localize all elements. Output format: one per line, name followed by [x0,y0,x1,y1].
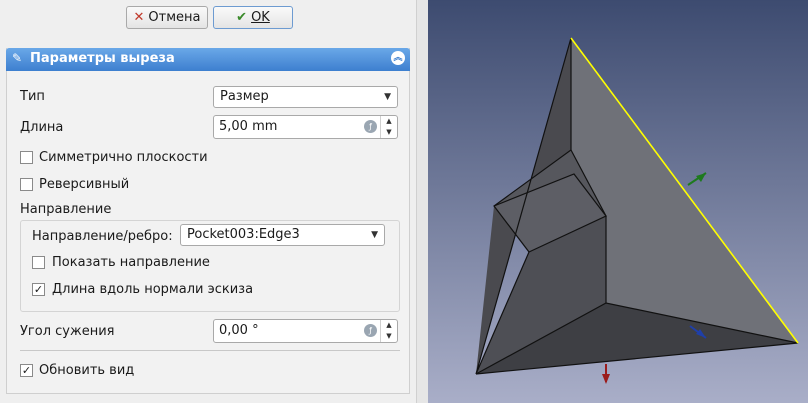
expression-icon[interactable]: ƒ [364,324,377,337]
panel-splitter[interactable] [416,0,428,403]
green-direction-arrow [687,172,707,186]
along-normal-checkbox[interactable]: ✓ [32,283,45,296]
taper-value: 0,00 ° [219,323,259,338]
update-view-checkbox[interactable]: ✓ [20,364,33,377]
length-value: 5,00 mm [219,119,278,134]
direction-edge-value: Pocket003:Edge3 [187,227,300,242]
taper-stepper[interactable]: ▲ ▼ [380,320,397,342]
3d-model[interactable] [428,0,808,403]
along-normal-label: Длина вдоль нормали эскиза [52,282,254,297]
red-direction-arrow [602,364,610,384]
chevron-up-icon[interactable]: ︽ [391,51,405,65]
dropdown-arrow-icon: ▼ [384,92,391,102]
taper-spinbox[interactable]: 0,00 ° ƒ ▲ ▼ [213,319,398,343]
pocket-icon: ✎ [12,51,23,65]
length-label: Длина [20,120,64,135]
cancel-label: Отмена [148,10,201,25]
symmetric-label: Симметрично плоскости [39,150,208,165]
x-icon: ✕ [133,10,145,25]
cancel-button[interactable]: ✕ Отмена [126,6,208,29]
show-direction-label: Показать направление [52,255,210,270]
section-header[interactable]: ✎ Параметры выреза ︽ [6,48,410,71]
update-view-label: Обновить вид [39,363,135,378]
length-spinbox[interactable]: 5,00 mm ƒ ▲ ▼ [213,115,398,139]
3d-viewport[interactable] [428,0,808,403]
type-combobox[interactable]: Размер ▼ [213,86,398,108]
show-direction-checkbox[interactable] [32,256,45,269]
section-title: Параметры выреза [30,51,175,66]
type-value: Размер [220,89,269,104]
direction-heading: Направление [20,202,112,217]
reversed-checkbox[interactable] [20,178,33,191]
separator [20,350,400,351]
direction-edge-combobox[interactable]: Pocket003:Edge3 ▼ [180,224,385,246]
dropdown-arrow-icon: ▼ [371,230,378,240]
type-label: Тип [20,89,45,104]
ok-label: OK [251,10,270,25]
symmetric-checkbox[interactable] [20,151,33,164]
direction-edge-label: Направление/ребро: [32,229,173,244]
length-stepper[interactable]: ▲ ▼ [380,116,397,138]
check-icon: ✔ [236,10,248,25]
ok-button[interactable]: ✔ OK [213,6,293,29]
expression-icon[interactable]: ƒ [364,120,377,133]
taper-label: Угол сужения [20,324,115,339]
reversed-label: Реверсивный [39,177,130,192]
